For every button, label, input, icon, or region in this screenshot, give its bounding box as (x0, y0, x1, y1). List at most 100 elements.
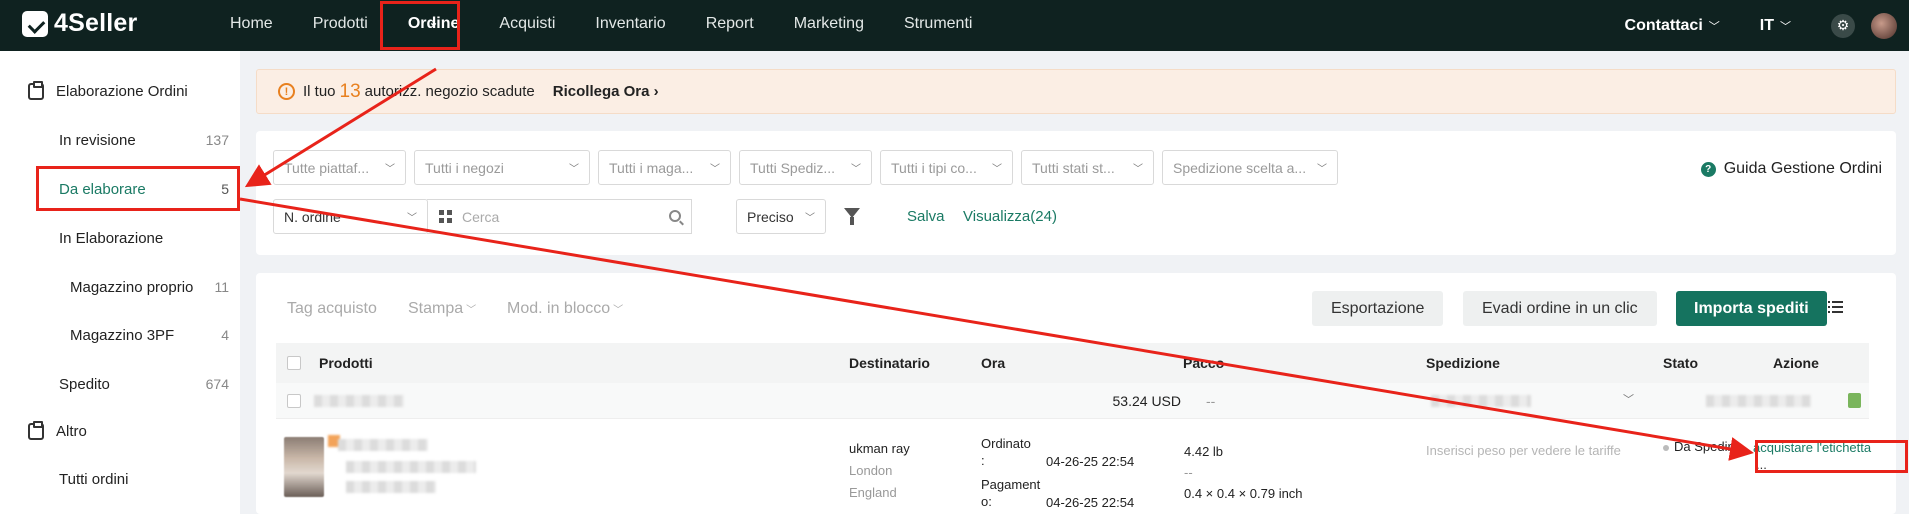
sidebar-item-count: 11 (214, 279, 229, 295)
store-select[interactable]: Tutti i negozi ﹀ (414, 150, 590, 185)
chevron-down-icon: ﹀ (1780, 20, 1791, 33)
col-pacco: Pacco (1183, 355, 1225, 371)
redacted-product-sku (346, 461, 476, 473)
status-select[interactable]: Tutti stati st... ﹀ (1021, 150, 1154, 185)
sidebar-item-count: 137 (205, 132, 229, 148)
select-value: Tutti Spediz... (750, 159, 836, 176)
language-label: IT (1759, 16, 1774, 34)
chevron-down-icon: ﹀ (1317, 164, 1327, 175)
chevron-down-icon: ﹀ (805, 213, 815, 224)
shipping-choice-select[interactable]: Spedizione scelta a... ﹀ (1162, 150, 1338, 185)
select-value: Tutte piattaf... (284, 159, 370, 176)
avatar[interactable] (1871, 12, 1897, 39)
bulk-edit-menu[interactable]: Mod. in blocco ﹀ (507, 300, 623, 318)
sidebar-group-order-processing[interactable]: Elaborazione Ordini (28, 81, 188, 100)
nav-acquisti[interactable]: Acquisti (479, 0, 575, 51)
one-click-fulfill-button[interactable]: Evadi ordine in un clic (1463, 291, 1657, 326)
type-select[interactable]: Tutti i tipi co... ﹀ (880, 150, 1013, 185)
highlight-buy-label (1755, 440, 1908, 473)
chevron-down-icon: ﹀ (569, 164, 579, 175)
highlight-ordine (380, 1, 460, 50)
search-input[interactable]: Cerca (427, 199, 692, 234)
search-type-select[interactable]: N. ordine ﹀ (273, 199, 428, 234)
contact-menu[interactable]: Contattaci ﹀ (1625, 17, 1720, 35)
select-value: Tutti i negozi (425, 159, 504, 176)
main-nav: Home Prodotti Ordine ⌄ Acquisti Inventar… (210, 0, 992, 51)
sidebar-item-label: Magazzino proprio (70, 279, 194, 296)
import-shipped-button[interactable]: Importa spediti (1676, 291, 1827, 326)
clipboard-icon (28, 81, 44, 100)
redacted-store (1706, 395, 1811, 407)
view-link[interactable]: Visualizza(24) (963, 208, 1057, 225)
order-amount: 53.24 USD (1112, 393, 1181, 409)
shopify-icon (1848, 393, 1861, 408)
col-destinatario: Destinatario (849, 355, 930, 371)
chevron-down-icon: ﹀ (1708, 20, 1720, 33)
sidebar-item-spedito[interactable]: Spedito 674 (59, 376, 229, 393)
sidebar-item-in-elaborazione[interactable]: In Elaborazione (59, 230, 229, 247)
sidebar-item-magazzino-proprio[interactable]: Magazzino proprio 11 (70, 279, 229, 296)
right-nav: Contattaci ﹀ IT ﹀ ⚙ (1625, 0, 1909, 51)
reconnect-link[interactable]: Ricollega Ora › (553, 83, 659, 100)
select-all-checkbox[interactable] (287, 356, 301, 370)
bulk-label: Mod. in blocco (507, 300, 611, 317)
warehouse-select[interactable]: Tutti i maga... ﹀ (598, 150, 731, 185)
row-checkbox[interactable] (287, 394, 301, 408)
sidebar-item-in-revisione[interactable]: In revisione 137 (59, 132, 229, 149)
filter-panel: Tutte piattaf... ﹀ Tutti i negozi ﹀ Tutti … (256, 131, 1896, 255)
chevron-down-icon: ﹀ (1133, 164, 1143, 175)
logo[interactable]: 4Seller (22, 9, 137, 38)
paid-time: 04-26-25 22:54 (1046, 495, 1135, 510)
export-button[interactable]: Esportazione (1312, 291, 1444, 326)
save-link[interactable]: Salva (907, 208, 945, 225)
filter-icon[interactable] (844, 208, 860, 225)
select-value: Tutti stati st... (1032, 159, 1115, 176)
tag-purchase-button[interactable]: Tag acquisto (287, 300, 377, 318)
sidebar-item-tutti-ordini[interactable]: Tutti ordini (59, 471, 229, 488)
platform-select[interactable]: Tutte piattaf... ﹀ (273, 150, 406, 185)
order-row[interactable]: ukman ray London England Ordinato : 04-2… (276, 419, 1871, 514)
order-group-row: 53.24 USD -- ﹀ (276, 383, 1869, 419)
col-ora: Ora (981, 355, 1006, 371)
select-value: Spedizione scelta a... (1173, 159, 1307, 176)
top-navbar: 4Seller Home Prodotti Ordine ⌄ Acquisti … (0, 0, 1909, 51)
reconnect-label: Ricollega Ora (552, 83, 650, 100)
nav-report[interactable]: Report (686, 0, 774, 51)
chevron-down-icon: ﹀ (385, 164, 395, 175)
redacted-product-name (338, 439, 428, 451)
alert-prefix: Il tuo (303, 83, 336, 100)
nav-prodotti[interactable]: Prodotti (293, 0, 388, 51)
chevron-down-icon: ﹀ (710, 164, 720, 175)
package-dimensions: 0.4 × 0.4 × 0.79 inch (1184, 486, 1303, 501)
search-icon[interactable] (669, 210, 681, 222)
settings-gear-icon[interactable]: ⚙ (1831, 13, 1855, 38)
chevron-down-icon[interactable]: ﹀ (1623, 391, 1634, 407)
language-menu[interactable]: IT ﹀ (1760, 17, 1791, 35)
nav-inventario[interactable]: Inventario (575, 0, 685, 51)
nav-marketing[interactable]: Marketing (774, 0, 884, 51)
nav-home[interactable]: Home (210, 0, 293, 51)
select-value: N. ordine (284, 208, 341, 225)
guide-link[interactable]: ? Guida Gestione Ordini (1700, 160, 1882, 178)
sidebar-item-magazzino-3pf[interactable]: Magazzino 3PF 4 (70, 327, 229, 344)
package-dash: -- (1184, 465, 1193, 480)
sidebar-group-altro[interactable]: Altro (28, 421, 87, 440)
nav-strumenti[interactable]: Strumenti (884, 0, 992, 51)
recipient-country: England (849, 485, 897, 500)
ordered-time: 04-26-25 22:54 (1046, 454, 1135, 469)
column-settings-icon[interactable] (1828, 301, 1843, 313)
print-menu[interactable]: Stampa ﹀ (408, 300, 476, 318)
ordered-label: Ordinato : (981, 436, 1031, 468)
logo-text: 4Seller (54, 9, 138, 37)
contact-label: Contattaci (1624, 16, 1703, 34)
status-dot (1663, 445, 1669, 451)
sidebar-item-label: Spedito (59, 376, 110, 393)
clipboard-icon (28, 421, 44, 440)
match-select[interactable]: Preciso ﹀ (736, 199, 826, 234)
alert-text: autorizz. negozio scadute (364, 83, 535, 100)
shipping-select[interactable]: Tutti Spediz... ﹀ (739, 150, 872, 185)
redacted-product-meta (346, 481, 436, 493)
search-placeholder: Cerca (462, 208, 500, 225)
col-prodotti: Prodotti (319, 355, 373, 371)
alert-count: 13 (339, 80, 361, 102)
